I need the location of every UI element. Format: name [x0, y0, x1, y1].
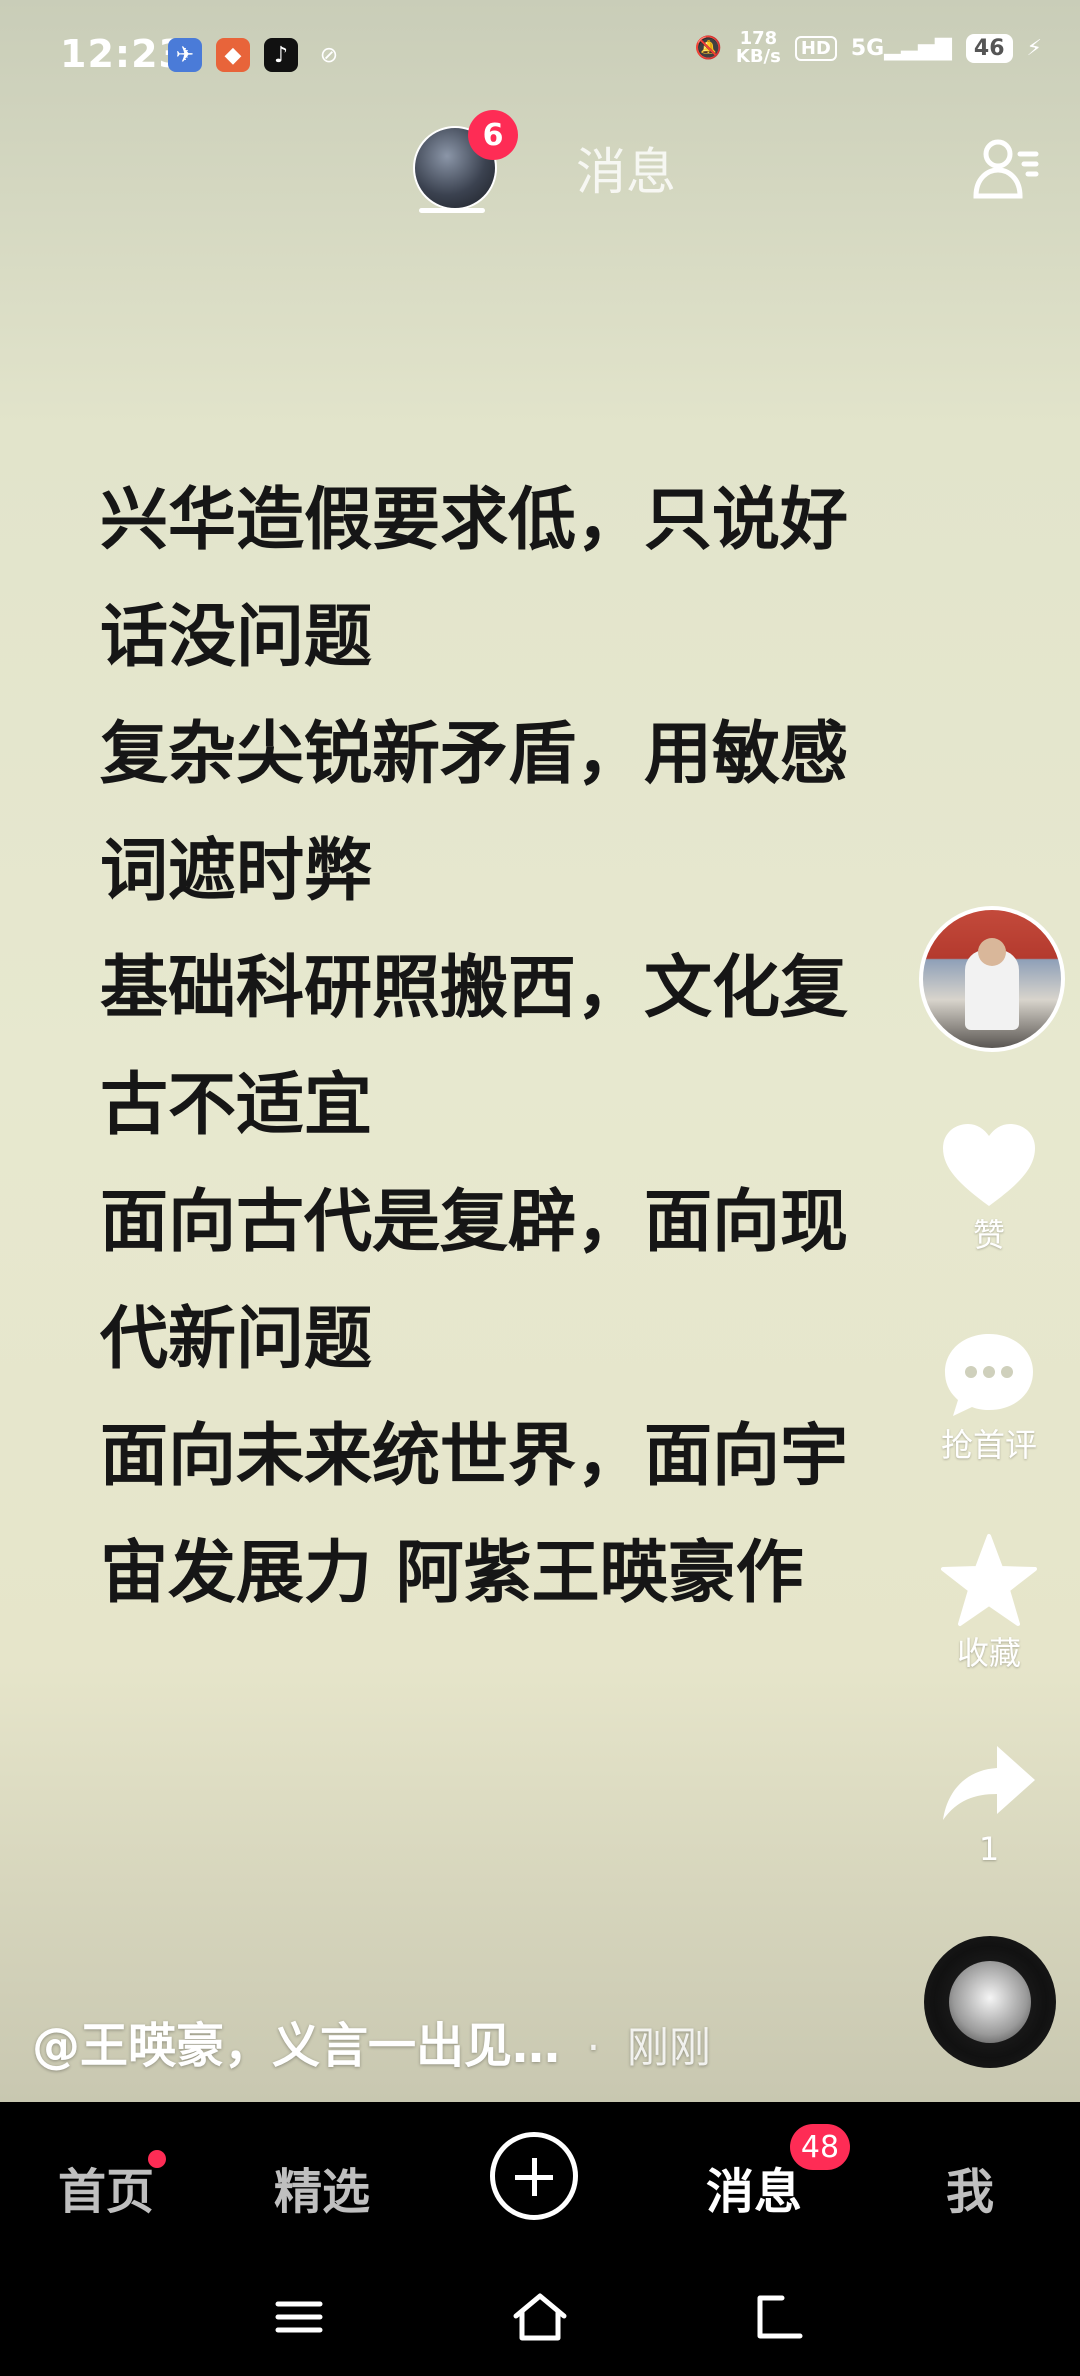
- poem-line: 宙发展力 阿紫王暎豪作: [100, 1534, 804, 1613]
- poem-line: 代新问题: [100, 1300, 373, 1379]
- author-avatar[interactable]: [919, 906, 1065, 1052]
- tab-featured[interactable]: 精选: [274, 2152, 370, 2222]
- net-speed: 178 KB/s: [736, 30, 781, 66]
- caption-separator: ·: [586, 2023, 601, 2072]
- poem-line: 词遮时弊: [100, 832, 373, 911]
- share-button[interactable]: 1: [918, 1740, 1060, 1868]
- charging-icon: ⚡: [1026, 35, 1042, 61]
- tab-me[interactable]: 我: [946, 2152, 994, 2222]
- home-icon[interactable]: [510, 2290, 570, 2344]
- comment-button[interactable]: 抢首评: [918, 1328, 1060, 1466]
- heart-icon: [943, 1124, 1035, 1206]
- poem-line: 兴华造假要求低，只说好: [100, 481, 849, 560]
- status-right: 🔕 178 KB/s HD 5G▂▃▅▇ 46 ⚡: [694, 30, 1042, 66]
- post-time: 刚刚: [626, 2023, 711, 2072]
- signal-icon: 5G▂▃▅▇: [850, 35, 952, 61]
- poem-line: 话没问题: [100, 598, 373, 677]
- poem-line: 古不适宜: [100, 1066, 373, 1145]
- poem-line: 面向未来统世界，面向宇: [100, 1417, 849, 1496]
- status-bar: 12:23 ✈ ◆ ♪ ⊘ 🔕 178 KB/s HD 5G▂▃▅▇ 46 ⚡: [0, 0, 1080, 110]
- tab-home[interactable]: 首页: [58, 2152, 154, 2222]
- bottom-tab-bar: 首页 精选 消息 48 我: [0, 2102, 1080, 2262]
- net-speed-unit: KB/s: [735, 46, 781, 67]
- music-cover: [949, 1961, 1031, 2043]
- tab-messages-bottom[interactable]: 消息: [706, 2152, 802, 2222]
- post-caption[interactable]: @王暎豪，义言一出见… · 刚刚: [32, 2006, 711, 2076]
- tiktok-icon: ♪: [264, 38, 298, 72]
- favorite-button[interactable]: 收藏: [918, 1532, 1060, 1674]
- mute-bell-icon: 🔕: [694, 35, 722, 61]
- app-notification-icon: ◆: [216, 38, 250, 72]
- star-icon: [941, 1534, 1037, 1626]
- post-text: 兴华造假要求低，只说好 话没问题 复杂尖锐新矛盾，用敏感 词遮时弊 基础科研照搬…: [100, 462, 900, 1632]
- active-tab-indicator: [419, 208, 485, 213]
- notification-icons: ✈ ◆ ♪ ⊘: [168, 38, 346, 72]
- like-label: 赞: [972, 1216, 1005, 1254]
- menu-icon[interactable]: [272, 2290, 326, 2344]
- comment-icon: [945, 1334, 1033, 1416]
- tab-messages[interactable]: 消息: [576, 132, 676, 204]
- poem-line: 面向古代是复辟，面向现: [100, 1183, 849, 1262]
- poem-line: 基础科研照搬西，文化复: [100, 949, 849, 1028]
- comment-label: 抢首评: [940, 1426, 1037, 1464]
- back-icon[interactable]: [752, 2290, 808, 2344]
- avatar-badge: 6: [468, 110, 518, 160]
- share-arrow-icon: [943, 1746, 1035, 1820]
- messages-badge: 48: [790, 2124, 850, 2170]
- network-type: 5G: [850, 35, 885, 61]
- music-disc-button[interactable]: [924, 1936, 1056, 2068]
- top-nav: 6 消息: [0, 110, 1080, 230]
- poem-line: 复杂尖锐新矛盾，用敏感: [100, 715, 849, 794]
- caption-text: @王暎豪，义言一出见…: [32, 2018, 561, 2074]
- hd-icon: HD: [794, 35, 837, 61]
- home-notification-dot: [148, 2150, 166, 2168]
- avatar-head: [978, 938, 1006, 966]
- battery-indicator: 46: [965, 33, 1013, 63]
- app-notification-icon: ⊘: [319, 42, 339, 68]
- share-count: 1: [978, 1830, 1000, 1868]
- favorite-label: 收藏: [956, 1634, 1021, 1672]
- app-notification-icon: ✈: [168, 38, 202, 72]
- create-post-button[interactable]: [490, 2132, 578, 2220]
- system-nav-bar: [0, 2262, 1080, 2376]
- like-button[interactable]: 赞: [918, 1120, 1060, 1256]
- contacts-icon[interactable]: [970, 132, 1042, 204]
